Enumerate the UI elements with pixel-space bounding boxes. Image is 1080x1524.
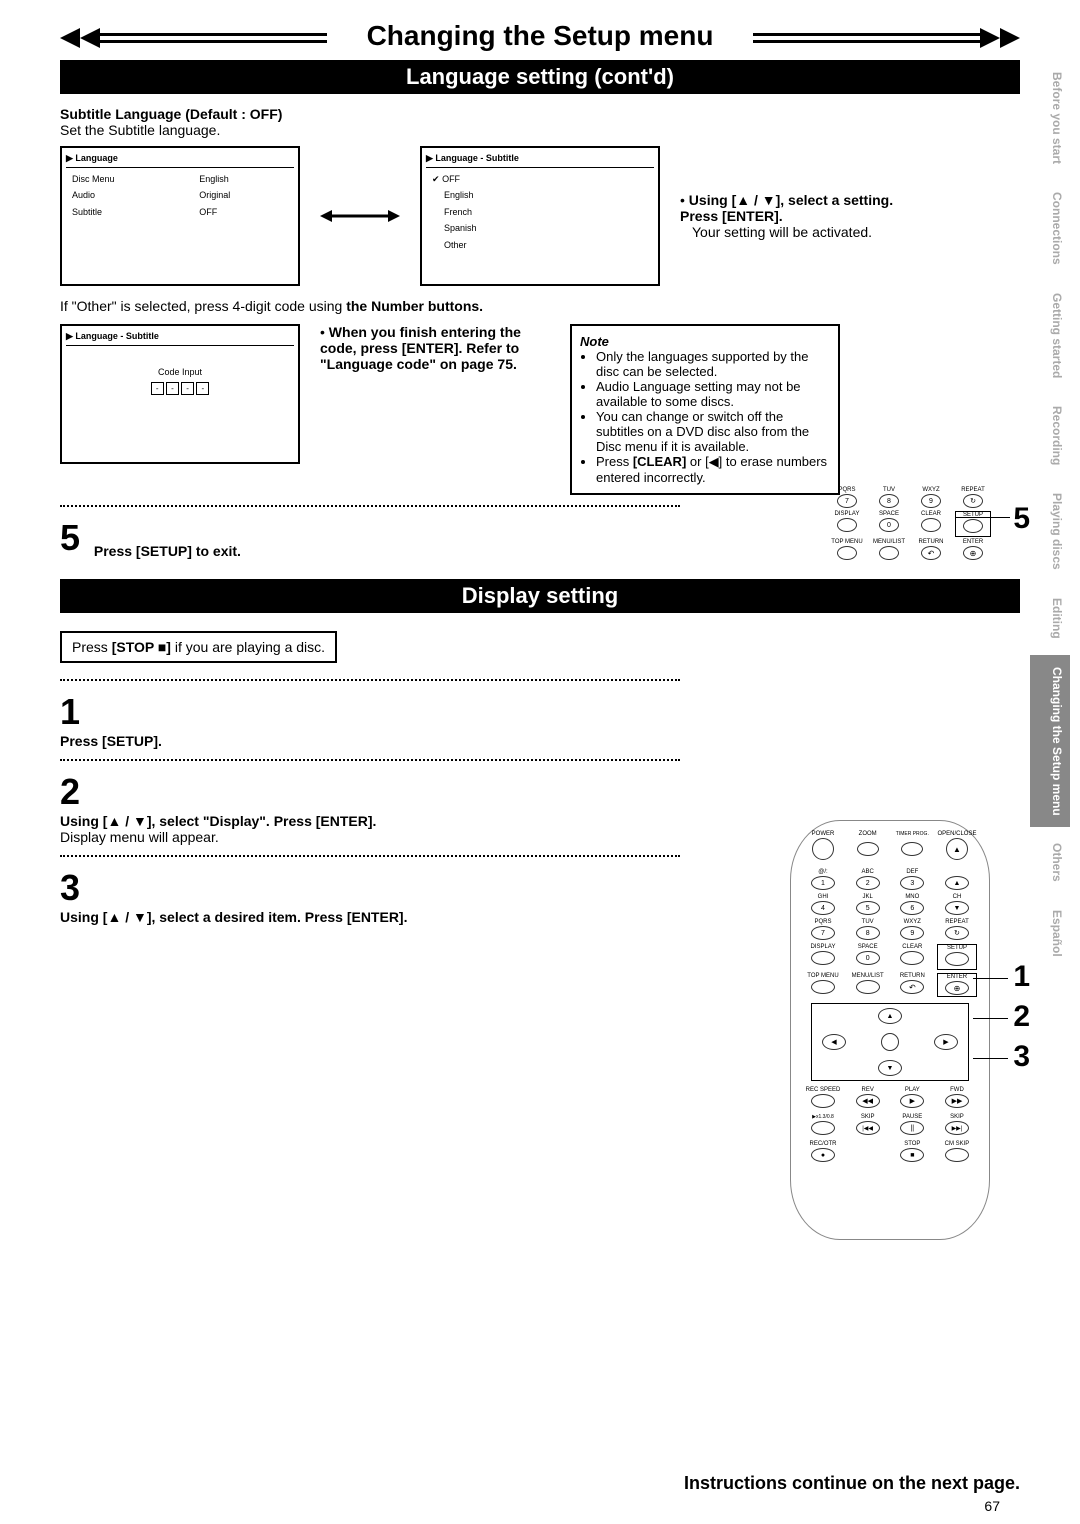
step5-text: Press [SETUP] to exit. <box>94 543 241 559</box>
tab-connections: Connections <box>1030 180 1070 277</box>
instr-other-bold: the Number buttons. <box>346 298 483 314</box>
tab-editing: Editing <box>1030 586 1070 651</box>
section-banner-display: Display setting <box>60 579 1020 613</box>
menu-language: ▶ Language Disc MenuEnglish AudioOrigina… <box>60 146 300 286</box>
instr-code: When you finish entering the code, press… <box>320 324 521 372</box>
menu-code-input: ▶ Language - Subtitle Code Input - - - - <box>60 324 300 464</box>
callout-3: 3 <box>1013 1040 1030 1074</box>
page-title: Changing the Setup menu <box>367 20 714 52</box>
step-5: 5 <box>60 517 90 559</box>
side-tabs: Before you start Connections Getting sta… <box>1030 60 1070 969</box>
tab-before-you-start: Before you start <box>1030 60 1070 176</box>
title-ornament: Changing the Setup menu <box>60 20 1020 56</box>
double-arrow-icon <box>320 206 400 226</box>
tab-changing-setup: Changing the Setup menu <box>1030 655 1070 828</box>
callout-2: 2 <box>1013 1000 1030 1034</box>
step-2: 2 <box>60 771 90 813</box>
page-number: 67 <box>984 1498 1000 1514</box>
callout-5: 5 <box>1013 502 1030 536</box>
subtitle-heading: Subtitle Language (Default : OFF) <box>60 106 1020 122</box>
note-box: Note Only the languages supported by the… <box>570 324 840 495</box>
press-stop-box: Press [STOP ■] if you are playing a disc… <box>60 631 337 663</box>
ds1-text: Press [SETUP]. <box>60 733 1020 749</box>
section-banner-language: Language setting (cont'd) <box>60 60 1020 94</box>
tab-others: Others <box>1030 831 1070 894</box>
tab-playing-discs: Playing discs <box>1030 481 1070 582</box>
step-3: 3 <box>60 867 90 909</box>
tab-getting-started: Getting started <box>1030 281 1070 390</box>
step-1: 1 <box>60 691 90 733</box>
tab-recording: Recording <box>1030 394 1070 477</box>
callout-1: 1 <box>1013 960 1030 994</box>
menu-language-subtitle: ▶ Language - Subtitle ✔ OFF English Fren… <box>420 146 660 286</box>
continue-text: Instructions continue on the next page. <box>684 1473 1020 1494</box>
remote-snippet-top: PQRS7 TUV8 WXYZ9 REPEAT↻ DISPLAY SPACE0 … <box>820 487 1000 563</box>
instr-select-text: Your setting will be activated. <box>680 224 930 240</box>
instr-other-prefix: If "Other" is selected, press 4-digit co… <box>60 298 346 314</box>
tab-espanol: Español <box>1030 898 1070 969</box>
remote-large: POWER ZOOM TIMER PROG. OPEN/CLOSE▲ @/:1 … <box>790 820 990 1240</box>
instr-select-bold: Using [▲ / ▼], select a setting. Press [… <box>680 192 893 224</box>
subtitle-desc: Set the Subtitle language. <box>60 122 1020 138</box>
